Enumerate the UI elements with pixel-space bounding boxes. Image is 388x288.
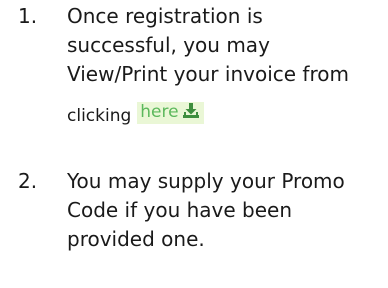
- step-1-number: 1.: [18, 4, 38, 28]
- step-1-line-4: clicking here: [67, 102, 204, 128]
- step-1-line-3: View/Print your invoice from: [67, 62, 349, 86]
- clicking-text: clicking: [67, 106, 132, 126]
- step-2-number: 2.: [18, 169, 38, 193]
- step-1-line-1: Once registration is: [67, 4, 263, 28]
- step-2-line-1: You may supply your Promo: [67, 169, 345, 193]
- download-icon[interactable]: [182, 102, 200, 119]
- step-2-line-2: Code if you have been: [67, 198, 293, 222]
- here-link[interactable]: here: [137, 102, 204, 124]
- step-2-line-3: provided one.: [67, 227, 205, 251]
- here-link-label[interactable]: here: [140, 102, 178, 122]
- step-1-line-2: successful, you may: [67, 33, 270, 57]
